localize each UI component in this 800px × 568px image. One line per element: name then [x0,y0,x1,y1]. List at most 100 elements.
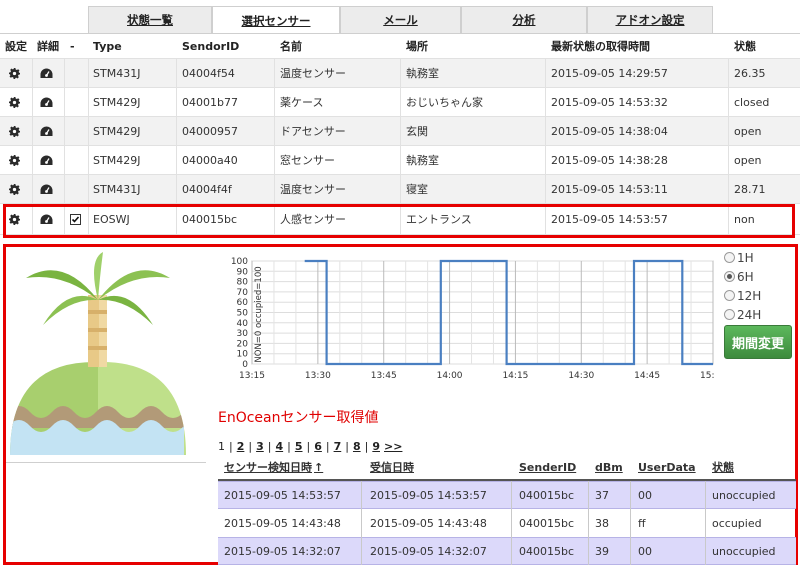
change-period-button[interactable]: 期間変更 [724,325,792,359]
y-tick-label: 40 [237,319,249,329]
gear-icon[interactable] [9,59,20,87]
sensor-time: 2015-09-05 14:29:57 [551,66,668,80]
log-sender: 040015bc [519,544,575,558]
y-tick-label: 30 [237,329,249,339]
tab-status-list[interactable]: 状態一覧 [88,6,212,33]
pagination: 1 | 2 | 3 | 4 | 5 | 6 | 7 | 8 | 9 >> [218,440,406,453]
header-senderid[interactable]: SenderID [519,455,576,479]
page-link[interactable]: 2 [237,440,245,453]
page-link[interactable]: 6 [314,440,322,453]
sensor-state: 28.71 [734,182,766,196]
sensor-name: ドアセンサー [280,125,346,138]
header-userdata[interactable]: UserData [638,455,696,479]
column-divider [705,537,706,565]
sensor-row[interactable]: STM429J 04000957 ドアセンサー 玄関 2015-09-05 14:38:… [0,117,800,146]
y-tick-label: 100 [231,257,248,267]
column-divider [176,117,177,145]
column-divider [176,146,177,174]
radio-circle[interactable] [724,252,735,263]
sensor-name: 温度センサー [280,183,346,196]
header-detected-time[interactable]: センサー検知日時 ↑ [224,455,323,479]
header-time: 最新状態の取得時間 [551,40,650,53]
column-divider [64,59,65,87]
radio-circle[interactable] [724,271,735,282]
column-divider [588,537,589,565]
gauge-icon[interactable] [40,146,53,174]
log-detected: 2015-09-05 14:53:57 [224,488,341,502]
sensor-state: 26.35 [734,66,766,80]
column-divider [545,59,546,87]
sensor-row[interactable]: STM431J 04004f4f 温度センサー 寝室 2015-09-05 14:53:… [0,175,800,204]
column-divider [511,537,512,565]
page-link[interactable]: 5 [295,440,303,453]
palm-island-icon [10,252,186,455]
column-divider [361,537,362,565]
column-divider [361,509,362,537]
column-divider [32,146,33,174]
log-dbm: 37 [595,488,609,502]
gauge-icon[interactable] [40,88,53,116]
header-dbm[interactable]: dBm [595,455,623,479]
column-divider [728,175,729,203]
pager-sep: | [229,440,233,453]
header-received-time[interactable]: 受信日時 [370,455,414,479]
page-link[interactable]: 7 [334,440,342,453]
column-divider [361,481,362,509]
page-link[interactable]: 8 [353,440,361,453]
column-divider [545,175,546,203]
period-option-24h[interactable]: 24H [724,305,761,324]
sensor-table-header: 設定 詳細 - Type SendorID 名前 場所 最新状態の取得時間 状態 [0,34,800,59]
radio-label: 24H [737,307,762,322]
radio-label: 12H [737,288,762,303]
log-state: unoccupied [712,488,776,502]
gear-icon[interactable] [9,175,20,203]
gear-icon[interactable] [9,117,20,145]
x-tick-label: 14:00 [437,371,463,381]
tab-addon-settings[interactable]: アドオン設定 [587,6,713,33]
period-option-6h[interactable]: 6H [724,267,761,286]
radio-circle[interactable] [724,290,735,301]
column-divider [88,88,89,116]
y-tick-label: 50 [237,309,249,319]
tab-label: 選択センサー [241,13,311,28]
page-link[interactable]: 9 [372,440,380,453]
radio-circle[interactable] [724,309,735,320]
header-log-state[interactable]: 状態 [712,455,734,479]
log-sender: 040015bc [519,516,575,530]
sensor-type: STM431J [93,182,141,196]
log-table-header: センサー検知日時 ↑ 受信日時 SenderID dBm UserData 状態 [218,455,796,481]
page-next-link[interactable]: >> [384,440,402,453]
sensor-row[interactable]: STM431J 04004f54 温度センサー 執務室 2015-09-05 14:29… [0,59,800,88]
sensor-place: 執務室 [406,154,439,167]
gear-icon[interactable] [9,88,20,116]
column-divider [176,88,177,116]
period-selector: 1H 6H 12H 24H [724,248,761,324]
gear-icon[interactable] [9,146,20,174]
column-divider [274,175,275,203]
tab-selected-sensor[interactable]: 選択センサー [212,6,340,34]
column-divider [274,146,275,174]
column-divider [32,59,33,87]
y-tick-label: 90 [237,267,249,277]
gauge-icon[interactable] [40,117,53,145]
x-tick-label: 15:00 [700,371,715,381]
period-option-12h[interactable]: 12H [724,286,761,305]
sensor-name: 窓センサー [280,154,335,167]
log-detected: 2015-09-05 14:43:48 [224,516,341,530]
page-link[interactable]: 3 [256,440,264,453]
tab-analysis[interactable]: 分析 [461,6,587,33]
tab-mail[interactable]: メール [340,6,461,33]
pager-sep: | [267,440,272,453]
sensor-row[interactable]: STM429J 04000a40 窓センサー 執務室 2015-09-05 14:38:… [0,146,800,175]
header-detail: 詳細 [37,40,59,53]
column-divider [274,88,275,116]
gauge-icon[interactable] [40,59,53,87]
period-option-1h[interactable]: 1H [724,248,761,267]
page-link[interactable]: 4 [275,440,283,453]
gauge-icon[interactable] [40,175,53,203]
x-tick-label: 14:15 [502,371,528,381]
sensor-place: おじいちゃん家 [406,96,483,109]
column-divider [400,117,401,145]
column-divider [545,117,546,145]
sensor-row[interactable]: STM429J 04001b77 薬ケース おじいちゃん家 2015-09-05 14:… [0,88,800,117]
